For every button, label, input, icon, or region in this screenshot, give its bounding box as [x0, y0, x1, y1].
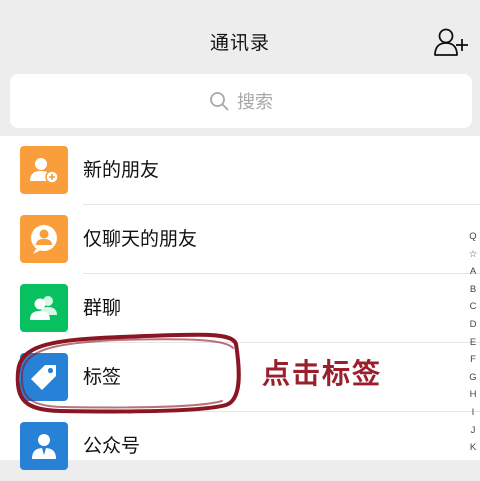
index-letter[interactable]: C — [470, 298, 477, 316]
top-bar: 通讯录 — [0, 0, 480, 74]
index-letter[interactable]: F — [470, 351, 476, 369]
index-letter[interactable]: J — [471, 422, 476, 440]
index-letter[interactable]: A — [470, 263, 476, 281]
group-chat-icon — [20, 284, 68, 332]
contacts-list: 新的朋友 仅聊天的朋友 群聊 标签 公众号 — [0, 136, 480, 470]
index-letter[interactable]: D — [470, 316, 477, 334]
list-item-label: 新的朋友 — [83, 159, 160, 181]
index-star-icon[interactable]: ☆ — [469, 246, 478, 264]
index-letter[interactable]: E — [470, 334, 476, 352]
list-item-official-accounts[interactable]: 公众号 — [0, 412, 480, 481]
annotation-text: 点击标签 — [262, 357, 383, 390]
index-search-icon[interactable]: Q — [469, 228, 476, 246]
alphabet-index-bar[interactable]: Q ☆ A B C D E F G H I J K — [466, 228, 480, 457]
search-area: 搜索 — [0, 74, 480, 136]
new-friend-icon — [20, 146, 68, 194]
list-item-label: 群聊 — [83, 297, 122, 319]
tag-icon — [20, 353, 68, 401]
add-contact-button[interactable] — [434, 27, 470, 57]
list-item-label: 公众号 — [83, 435, 141, 457]
search-placeholder: 搜索 — [237, 92, 273, 113]
index-letter[interactable]: B — [470, 281, 476, 299]
list-item-new-friends[interactable]: 新的朋友 — [0, 136, 480, 205]
list-item-label: 仅聊天的朋友 — [83, 228, 198, 250]
chat-only-icon — [20, 215, 68, 263]
add-contact-icon — [434, 28, 468, 56]
list-item-tags[interactable]: 标签 — [0, 343, 480, 412]
list-item-chat-only-friends[interactable]: 仅聊天的朋友 — [0, 205, 480, 274]
index-letter[interactable]: I — [472, 404, 475, 422]
index-letter[interactable]: G — [469, 369, 476, 387]
list-item-group-chats[interactable]: 群聊 — [0, 274, 480, 343]
page-title: 通讯录 — [209, 32, 270, 54]
list-item-label: 标签 — [83, 366, 122, 388]
index-letter[interactable]: H — [470, 386, 477, 404]
search-icon — [210, 92, 229, 111]
search-input[interactable]: 搜索 — [10, 74, 472, 128]
official-account-icon — [20, 422, 68, 470]
index-letter[interactable]: K — [470, 439, 476, 457]
